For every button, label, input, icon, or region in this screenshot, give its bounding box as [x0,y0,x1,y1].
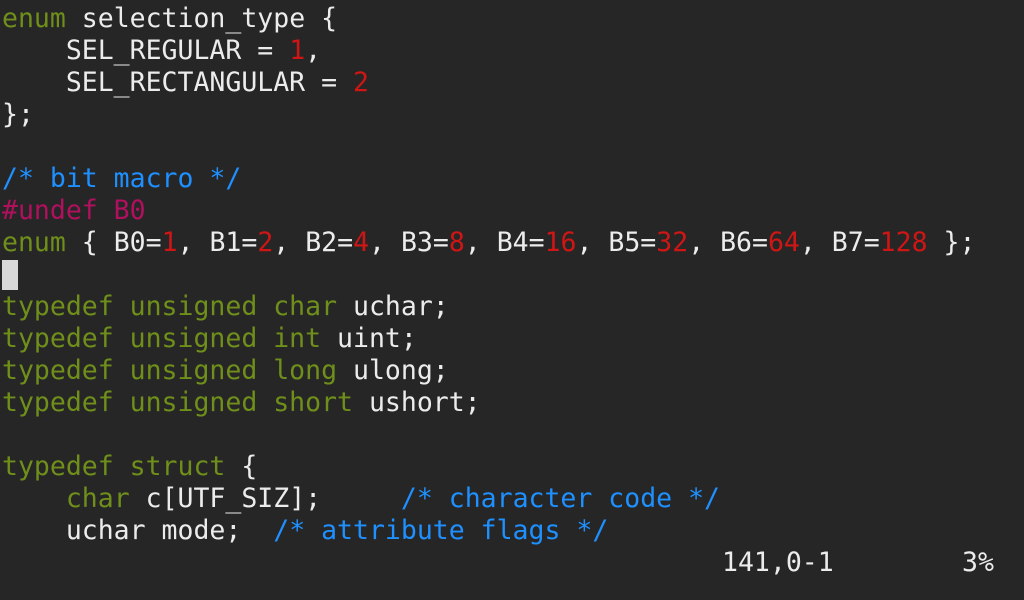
text-token: , B5= [576,227,657,258]
text-token: , B2= [273,227,354,258]
text-token: { B0= [65,227,162,258]
vim-ruler: 141,0-1 3% [0,547,1024,579]
code-line[interactable]: SEL_RECTANGULAR = 2 [2,67,975,99]
text-token: }; [927,227,976,258]
code-line[interactable] [2,131,975,163]
code-line[interactable]: typedef unsigned long ulong; [2,355,975,387]
number-token: 4 [353,227,370,258]
code-line[interactable]: typedef unsigned short ushort; [2,387,975,419]
number-token: 1 [161,227,178,258]
keyword-token: typedef unsigned int [2,323,322,354]
code-line[interactable]: uchar mode; /* attribute flags */ [2,515,975,547]
text-token: c[UTF_SIZ]; [129,483,401,514]
code-line[interactable]: typedef struct { [2,451,975,483]
number-token: 2 [353,67,369,98]
scroll-percent: 3% [962,547,994,578]
code-line[interactable]: }; [2,99,975,131]
code-line[interactable]: char c[UTF_SIZ]; /* character code */ [2,483,975,515]
text-token: , B4= [464,227,545,258]
comment-token: /* character code */ [400,483,720,514]
text-token: SEL_REGULAR = [2,35,290,66]
text-cursor [2,260,18,290]
text-token: , B3= [369,227,449,258]
code-line[interactable]: enum { B0=1, B1=2, B2=4, B3=8, B4=16, B5… [2,227,975,259]
text-token: }; [2,99,34,130]
code-line[interactable]: enum selection_type { [2,3,975,35]
number-token: 1 [289,35,306,66]
text-token: uchar mode; [2,515,274,546]
text-token: SEL_RECTANGULAR = [2,67,353,98]
number-token: 32 [656,227,689,258]
number-token: 2 [257,227,274,258]
text-token: , [305,35,322,66]
number-token: 64 [767,227,800,258]
keyword-token: typedef struct [2,451,226,482]
code-line[interactable]: typedef unsigned int uint; [2,323,975,355]
number-token: 16 [544,227,577,258]
preprocessor-token: #undef B0 [2,195,146,226]
vim-editor-buffer[interactable]: enum selection_type { SEL_REGULAR = 1, S… [2,3,975,547]
code-line[interactable] [2,419,975,451]
number-token: 8 [448,227,465,258]
code-line[interactable]: SEL_REGULAR = 1, [2,35,975,67]
keyword-token: enum [2,3,66,34]
comment-token: /* attribute flags */ [273,515,609,546]
comment-token: /* bit macro */ [2,163,242,194]
keyword-token: typedef unsigned char [2,291,338,322]
code-line[interactable]: /* bit macro */ [2,163,975,195]
text-token: , B6= [688,227,768,258]
text-token: ulong; [337,355,449,386]
keyword-token: enum [2,227,66,258]
text-token: selection_type { [65,3,338,34]
code-line[interactable] [2,259,975,291]
text-token: ushort; [353,387,481,418]
text-token: { [225,451,258,482]
number-token: 128 [879,227,928,258]
code-line[interactable]: typedef unsigned char uchar; [2,291,975,323]
keyword-token: char [65,483,130,514]
code-line[interactable]: #undef B0 [2,195,975,227]
text-token: uint; [321,323,417,354]
keyword-token: typedef unsigned long [2,355,338,386]
keyword-token: typedef unsigned short [2,387,353,418]
cursor-position: 141,0-1 [722,547,834,578]
text-token: uchar; [337,291,449,322]
text-token: , B7= [799,227,880,258]
text-token: , B1= [177,227,258,258]
